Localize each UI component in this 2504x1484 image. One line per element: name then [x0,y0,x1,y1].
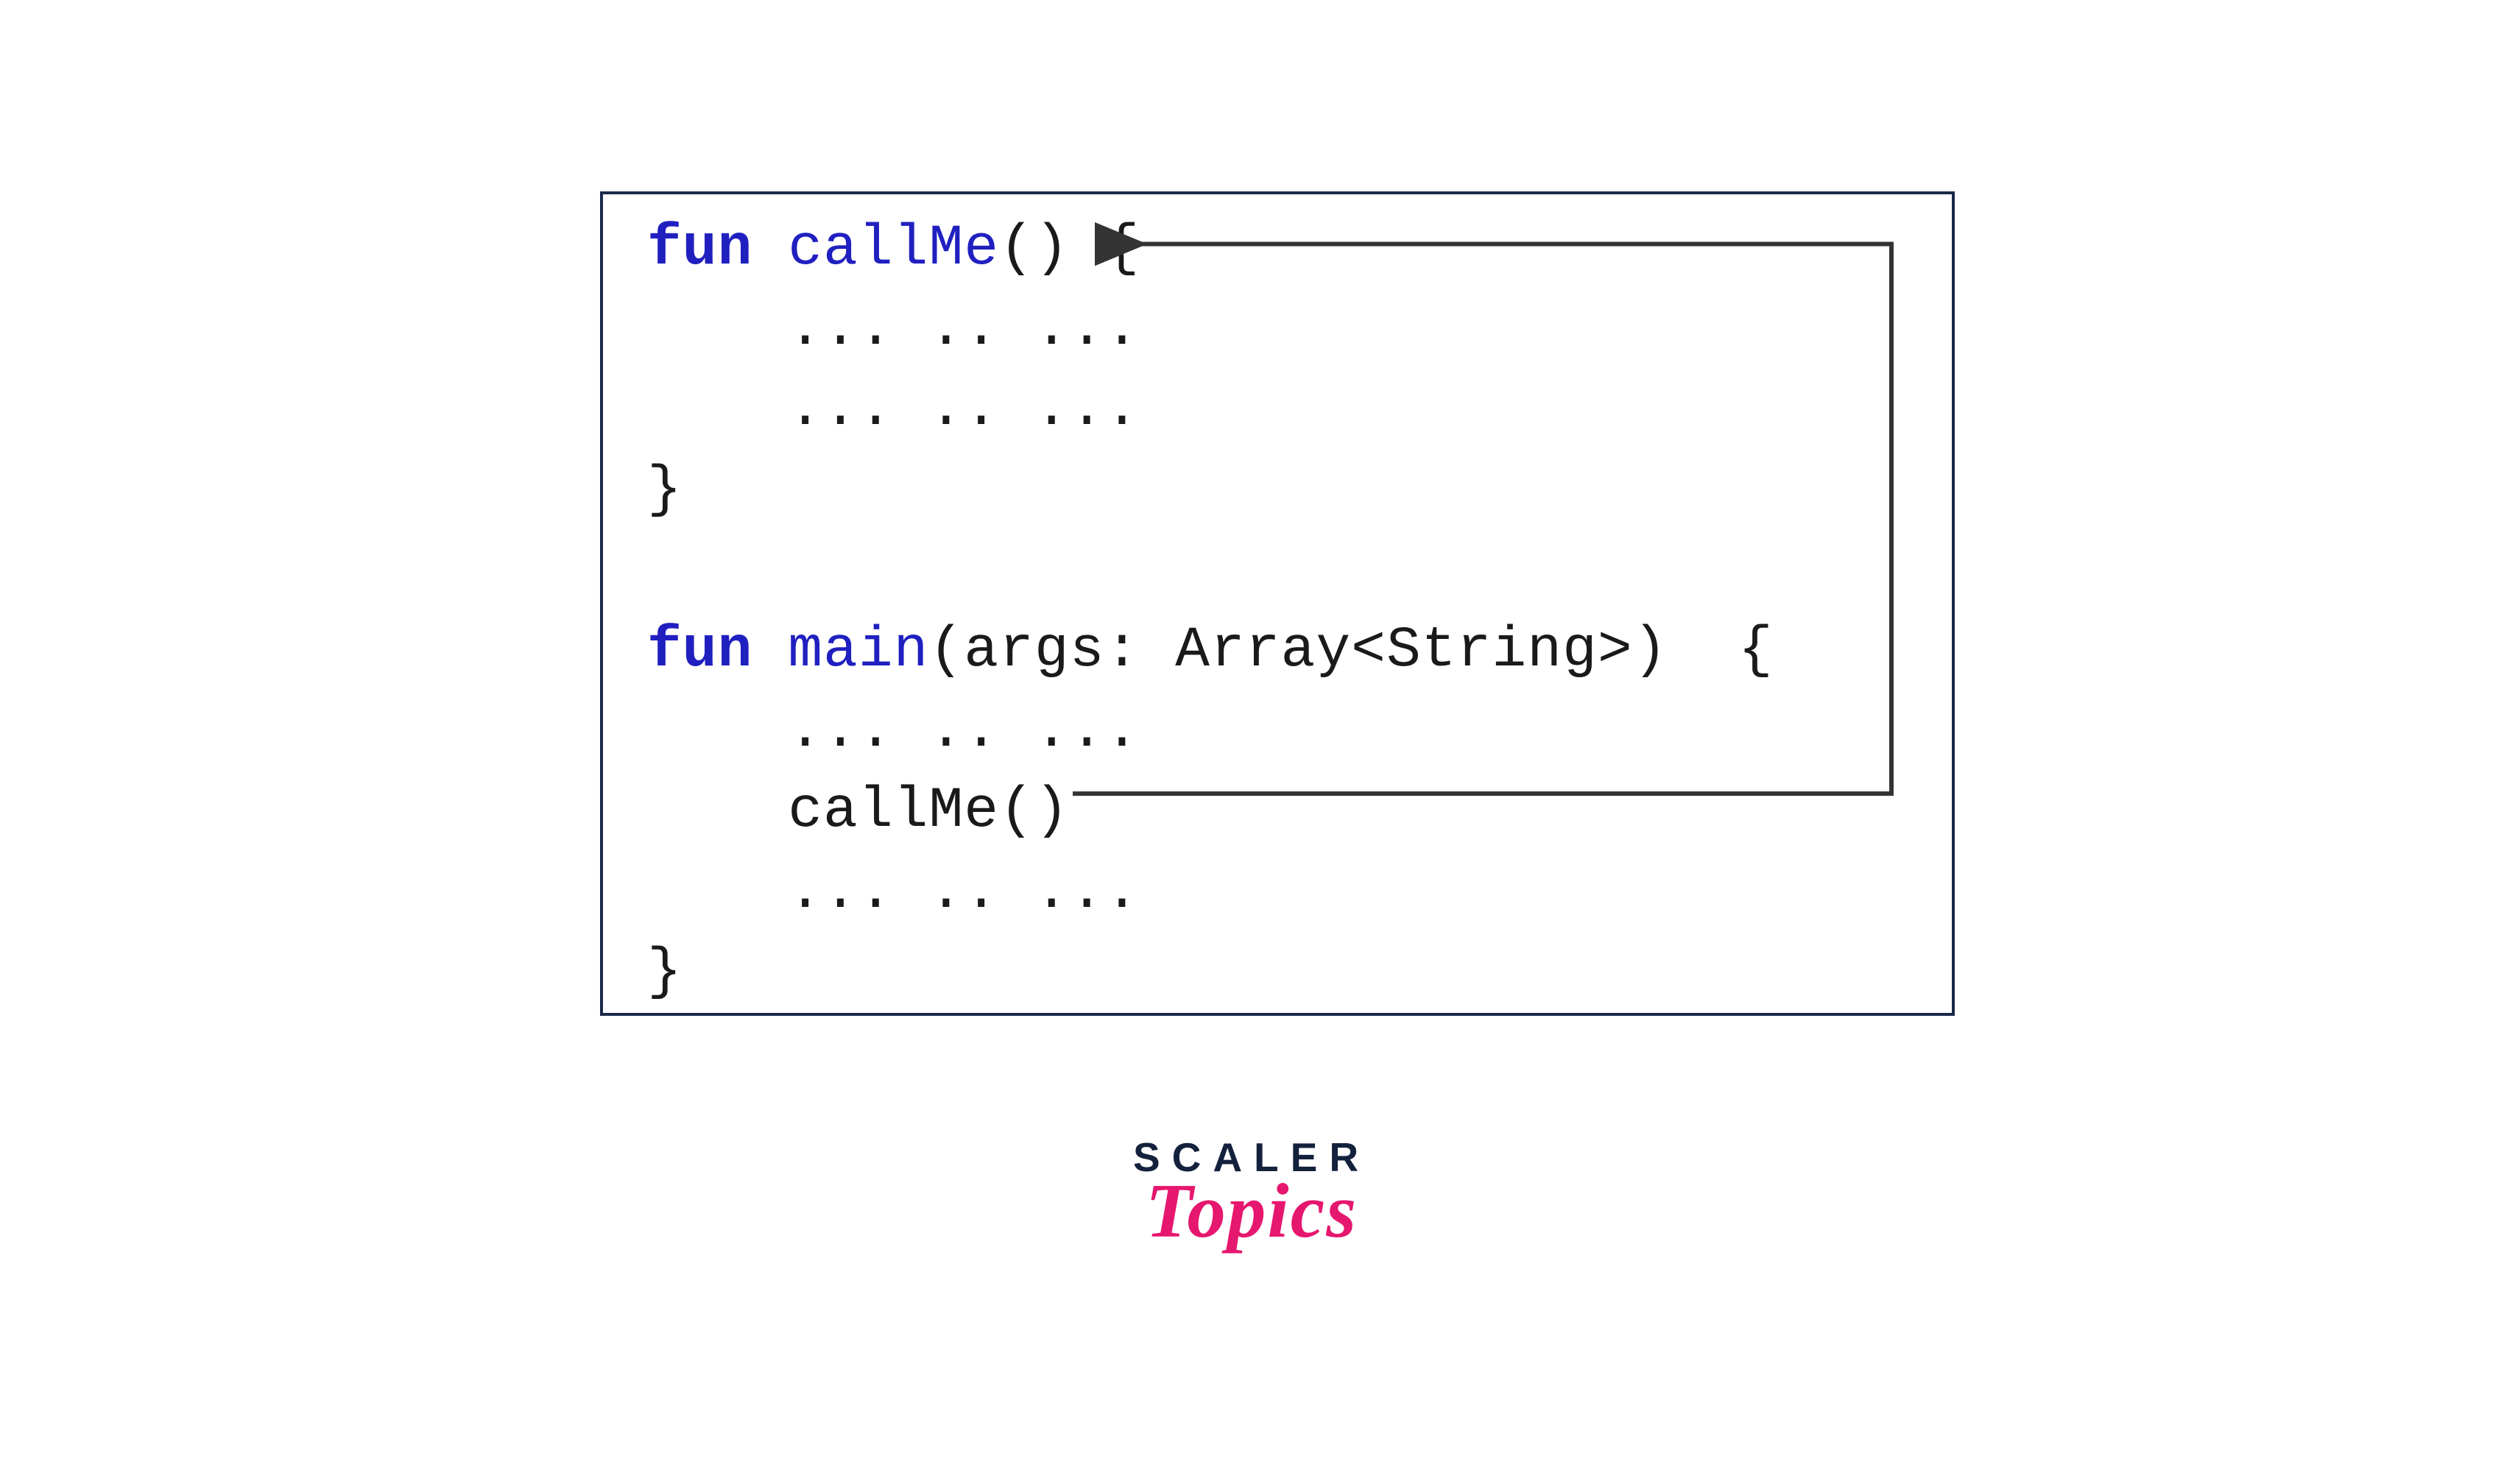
parens-1: () [999,216,1070,281]
code-diagram-box: fun callMe() { ... .. ... ... .. ... } f… [600,191,1955,1016]
keyword-fun-1: fun [647,216,752,281]
code-line-close-1: } [647,451,1908,531]
main-params: (args: Array<String>) { [928,618,1773,683]
code-line-call: callMe() [647,771,1908,852]
scaler-topics-logo: SCALER Topics [1104,1134,1399,1255]
code-line-dots-4: ... .. ... [647,852,1908,933]
code-line-1: fun callMe() { [647,209,1908,289]
func-name-callme: callMe [788,216,999,281]
logo-text-topics: Topics [1104,1166,1399,1255]
code-line-main: fun main(args: Array<String>) { [647,611,1908,691]
brace-open-1: { [1070,216,1140,281]
keyword-fun-2: fun [647,618,752,683]
code-content: fun callMe() { ... .. ... ... .. ... } f… [647,209,1908,1013]
func-name-main: main [788,618,928,683]
code-line-blank [647,531,1908,611]
code-line-dots-2: ... .. ... [647,370,1908,450]
code-line-dots-3: ... .. ... [647,691,1908,771]
code-line-close-2: } [647,933,1908,1013]
code-line-dots-1: ... .. ... [647,289,1908,370]
